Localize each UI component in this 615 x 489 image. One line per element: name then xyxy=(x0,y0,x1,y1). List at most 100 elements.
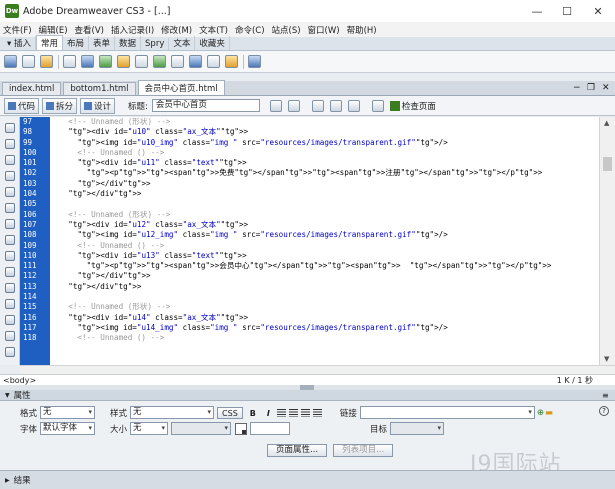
image-icon[interactable] xyxy=(99,55,112,68)
format-select[interactable]: 无 xyxy=(40,406,96,419)
comment-icon[interactable] xyxy=(171,55,184,68)
code-line[interactable]: "tg"><img id="u14_img" class="img " src=… xyxy=(50,323,599,333)
tab-common[interactable]: 常用 xyxy=(35,35,63,50)
code-line[interactable]: "tg"></div"tg">> xyxy=(50,282,599,292)
div-icon[interactable] xyxy=(81,55,94,68)
align-right-icon[interactable] xyxy=(300,408,310,417)
table-icon[interactable] xyxy=(63,55,76,68)
script-icon[interactable] xyxy=(207,55,220,68)
highlight-invalid-icon[interactable] xyxy=(4,251,15,261)
email-link-icon[interactable] xyxy=(22,55,35,68)
doc-tab-bottom1[interactable]: bottom1.html xyxy=(63,82,136,95)
collapse-tag-icon[interactable] xyxy=(4,155,15,165)
properties-header[interactable]: ▼ 属性 ≡ xyxy=(0,390,615,401)
code-line[interactable]: <!-- Unnamed () --> xyxy=(50,241,599,251)
panel-options-icon[interactable]: ≡ xyxy=(602,391,609,400)
tab-data[interactable]: 数据 xyxy=(115,36,142,50)
code-line[interactable] xyxy=(50,199,599,209)
menu-insert-record[interactable]: 插入记录(I) xyxy=(111,24,154,36)
code-line[interactable] xyxy=(50,292,599,302)
code-line[interactable]: <!-- Unnamed (形状) --> xyxy=(50,117,599,127)
balance-braces-icon[interactable] xyxy=(4,219,15,229)
menu-commands[interactable]: 命令(C) xyxy=(235,24,265,36)
page-title-input[interactable]: 会员中心首页 xyxy=(151,99,260,112)
code-line[interactable]: "tg"><p"tg">>"tg"><span"tg">>免费"tg"></sp… xyxy=(50,168,599,178)
template-icon[interactable] xyxy=(225,55,238,68)
point-to-file-icon[interactable]: ⊕ xyxy=(537,408,544,418)
minimize-button[interactable]: — xyxy=(522,0,552,22)
collapse-selection-icon[interactable] xyxy=(4,171,15,181)
link-input[interactable] xyxy=(359,406,535,419)
scroll-up-icon[interactable]: ▲ xyxy=(604,119,609,127)
design-view-button[interactable]: 设计 xyxy=(80,97,116,114)
named-anchor-icon[interactable] xyxy=(40,55,53,68)
code-line[interactable]: "tg"></div"tg">> xyxy=(50,179,599,189)
hyperlink-icon[interactable] xyxy=(4,55,17,68)
scroll-thumb[interactable] xyxy=(603,157,612,171)
preview-browser-icon[interactable] xyxy=(287,99,300,112)
code-line[interactable]: <!-- Unnamed () --> xyxy=(50,148,599,158)
tab-layout[interactable]: 布局 xyxy=(63,36,89,50)
menu-text[interactable]: 文本(T) xyxy=(199,24,228,36)
check-page-button[interactable]: 检查页面 xyxy=(389,100,436,112)
text-color-swatch[interactable] xyxy=(235,422,248,435)
code-line[interactable]: "tg"><div id="u12" class="ax_文本""tg">> xyxy=(50,220,599,230)
validate-markup-icon[interactable] xyxy=(371,99,384,112)
size-select[interactable]: 无 xyxy=(130,422,169,435)
line-numbers-icon[interactable] xyxy=(4,235,15,245)
tab-forms[interactable]: 表单 xyxy=(89,36,116,50)
recent-snippets-icon[interactable] xyxy=(4,315,15,325)
expand-all-icon[interactable] xyxy=(4,187,15,197)
doc-close-icon[interactable]: ✕ xyxy=(602,83,610,93)
doc-tab-member-center[interactable]: 会员中心首页.html xyxy=(137,80,225,95)
code-line[interactable]: "tg"><div id="u13" class="text""tg">> xyxy=(50,251,599,261)
view-options-icon[interactable] xyxy=(329,99,342,112)
italic-button[interactable]: I xyxy=(263,407,274,419)
font-select[interactable]: 默认字体 xyxy=(40,422,96,435)
code-horizontal-scrollbar[interactable] xyxy=(20,365,615,374)
visual-aids-icon[interactable] xyxy=(347,99,360,112)
code-line[interactable]: <!-- Unnamed (形状) --> xyxy=(50,302,599,312)
doc-minimize-icon[interactable]: − xyxy=(573,83,581,93)
doc-tab-index[interactable]: index.html xyxy=(2,82,62,95)
tag-chooser-icon[interactable] xyxy=(248,55,261,68)
scroll-down-icon[interactable]: ▼ xyxy=(604,355,609,363)
media-icon[interactable] xyxy=(117,55,130,68)
code-line[interactable]: "tg"><img id="u10_img" class="img " src=… xyxy=(50,138,599,148)
menu-view[interactable]: 查看(V) xyxy=(75,24,104,36)
results-panel-header[interactable]: ▶ 结果 xyxy=(0,470,615,489)
tag-selector[interactable]: <body> xyxy=(3,376,36,385)
style-select[interactable]: 无 xyxy=(130,406,215,419)
refresh-icon[interactable] xyxy=(311,99,324,112)
tab-favorites[interactable]: 收藏夹 xyxy=(195,36,230,50)
insert-panel-toggle[interactable]: ▾ 插入 xyxy=(3,36,36,50)
help-icon[interactable]: ? xyxy=(599,406,609,416)
code-line[interactable]: "tg"><div id="u14" class="ax_文本""tg">> xyxy=(50,313,599,323)
tab-spry[interactable]: Spry xyxy=(141,38,170,50)
code-view-button[interactable]: 代码 xyxy=(4,97,40,114)
code-line[interactable]: <!-- Unnamed (形状) --> xyxy=(50,210,599,220)
align-center-icon[interactable] xyxy=(288,408,298,417)
outdent-code-icon[interactable] xyxy=(4,347,15,357)
server-include-icon[interactable] xyxy=(153,55,166,68)
menu-edit[interactable]: 编辑(E) xyxy=(39,24,68,36)
browse-folder-icon[interactable]: ▬ xyxy=(545,408,553,418)
code-line[interactable]: "tg"><p"tg">>"tg"><span"tg">>会员中心"tg"></… xyxy=(50,261,599,271)
tab-text[interactable]: 文本 xyxy=(169,36,196,50)
apply-comment-icon[interactable] xyxy=(4,267,15,277)
remove-comment-icon[interactable] xyxy=(4,283,15,293)
file-management-icon[interactable] xyxy=(269,99,282,112)
head-icon[interactable] xyxy=(189,55,202,68)
align-left-icon[interactable] xyxy=(276,408,286,417)
code-line[interactable]: "tg"><div id="u10" class="ax_文本""tg">> xyxy=(50,127,599,137)
menu-file[interactable]: 文件(F) xyxy=(3,24,32,36)
code-line[interactable]: "tg"><img id="u12_img" class="img " src=… xyxy=(50,230,599,240)
maximize-button[interactable]: ☐ xyxy=(552,0,582,22)
css-button[interactable]: CSS xyxy=(217,406,243,419)
bold-button[interactable]: B xyxy=(246,407,260,419)
menu-help[interactable]: 帮助(H) xyxy=(347,24,377,36)
code-line[interactable]: "tg"><div id="u11" class="text""tg">> xyxy=(50,158,599,168)
text-color-input[interactable] xyxy=(250,422,291,435)
menu-site[interactable]: 站点(S) xyxy=(272,24,301,36)
doc-restore-icon[interactable]: ❐ xyxy=(587,83,595,93)
